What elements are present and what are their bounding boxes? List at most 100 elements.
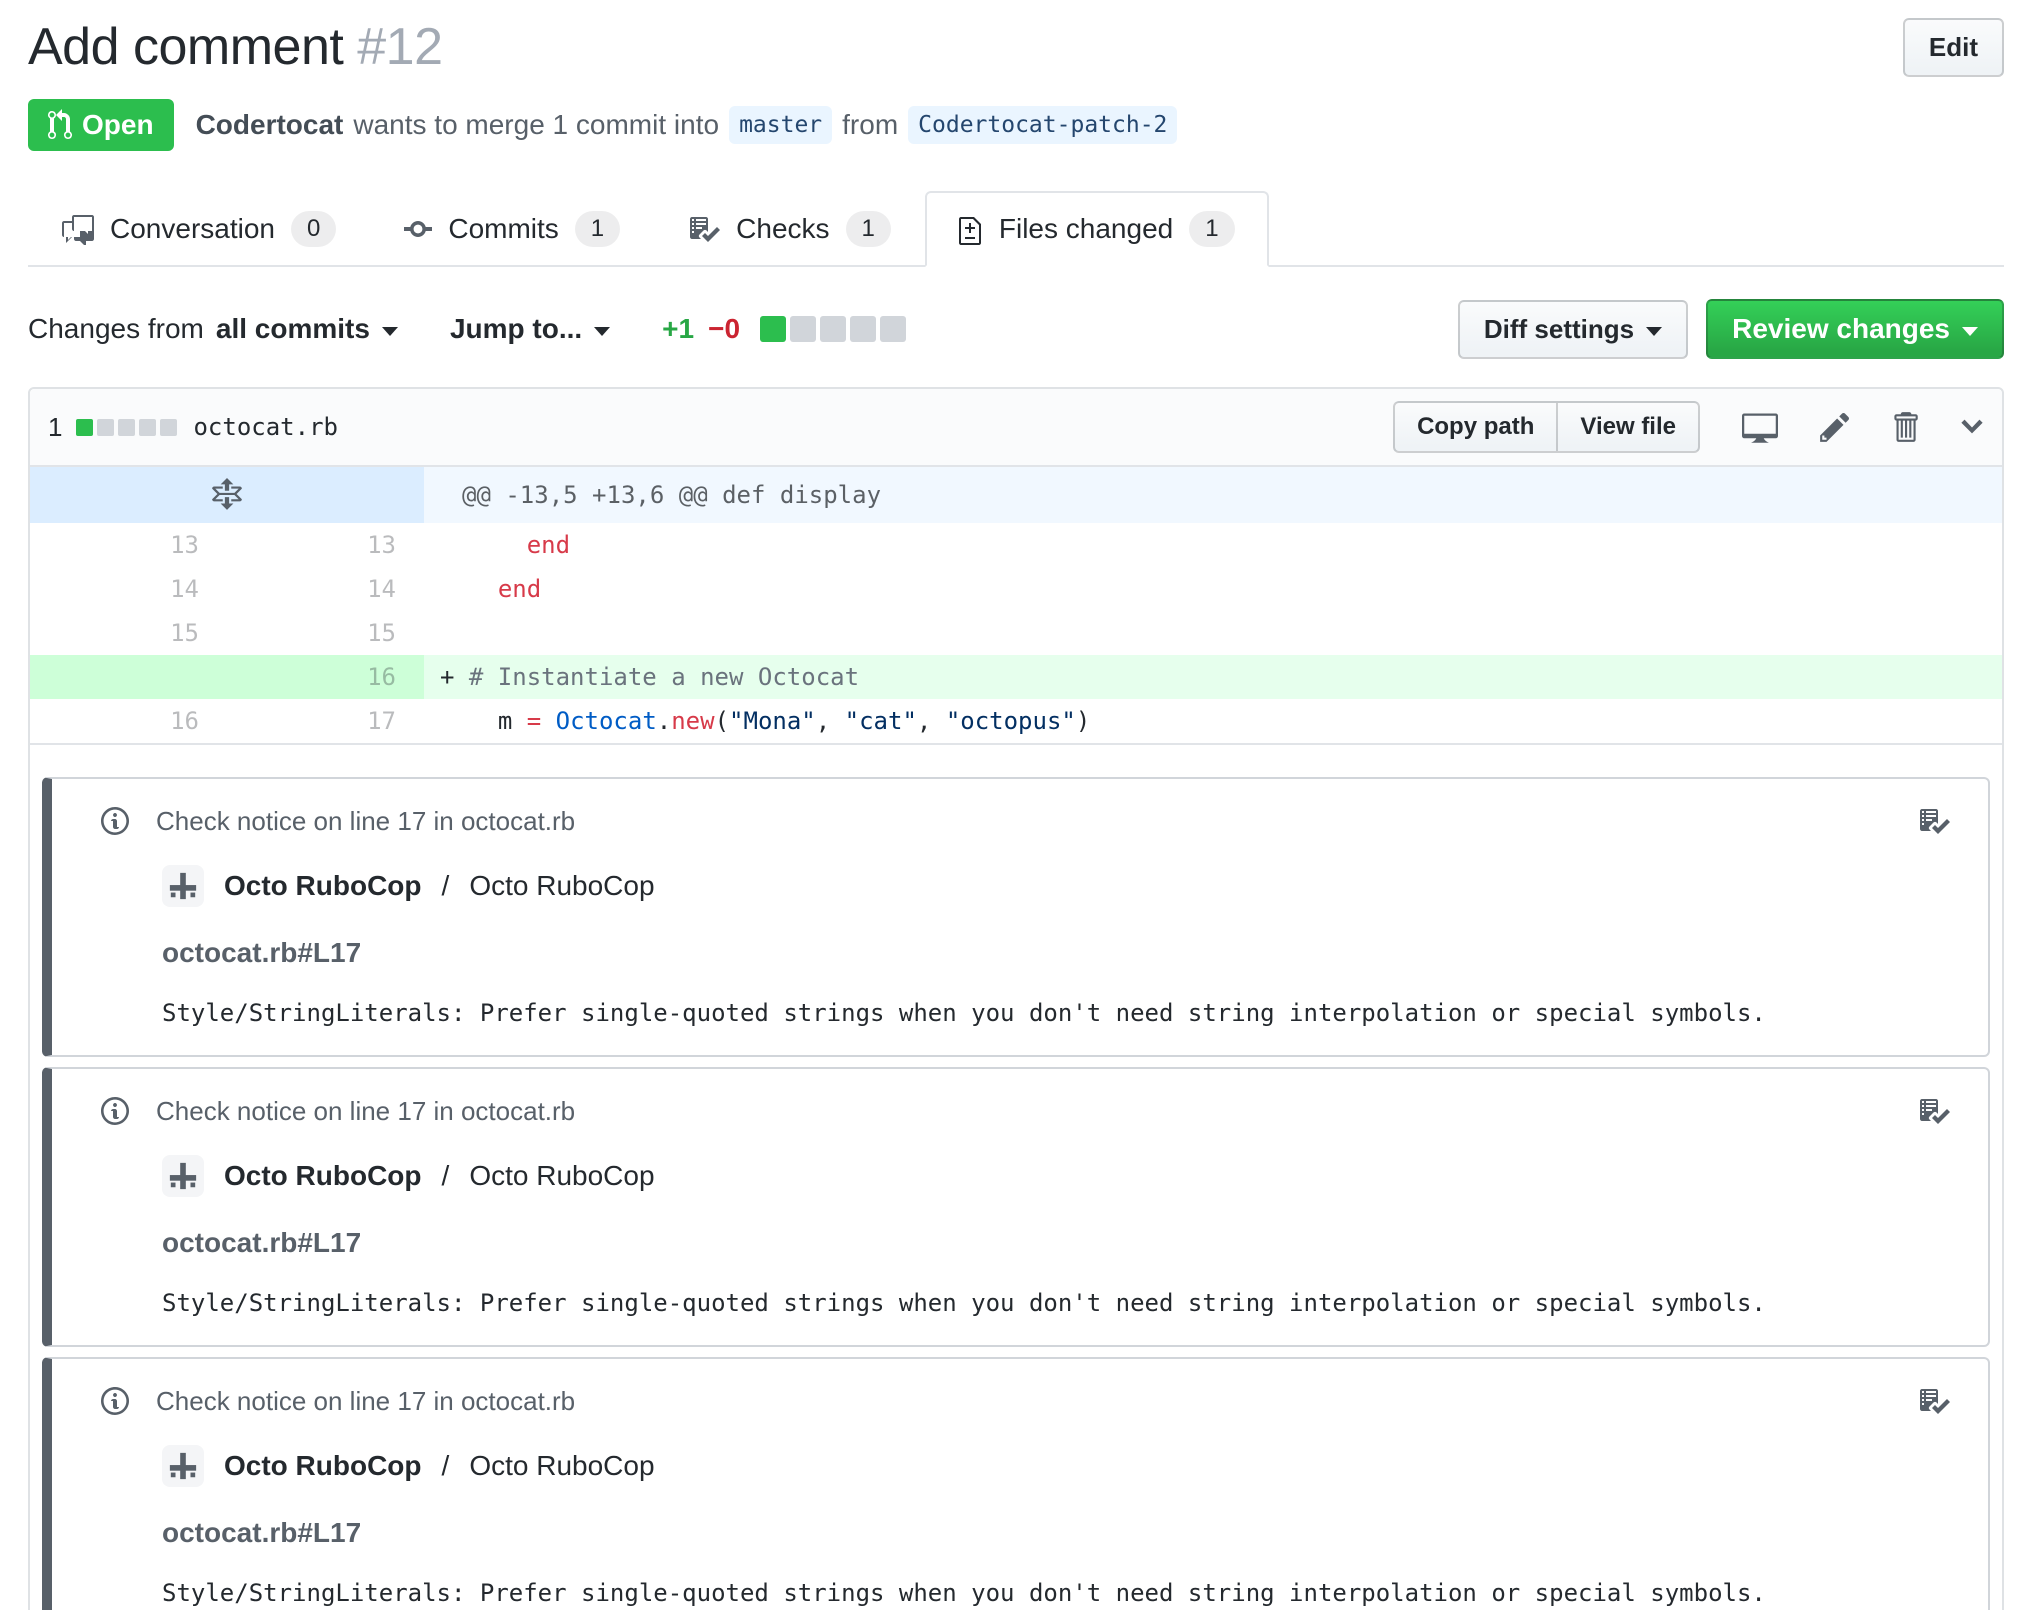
base-branch-label[interactable]: master [729, 106, 833, 144]
app-name-link[interactable]: Octo RuboCop [224, 1450, 422, 1482]
new-line-number[interactable]: 17 [227, 699, 424, 743]
notice-header: Check notice on line 17 in octocat.rb [100, 1385, 1948, 1417]
expand-hunk-button[interactable] [30, 467, 424, 523]
review-changes-label: Review changes [1732, 313, 1950, 344]
pr-title-text: Add comment [28, 18, 344, 76]
notice-header: Check notice on line 17 in octocat.rb [100, 805, 1948, 837]
file-actions: Copy path View file [1393, 401, 1984, 453]
new-line-number[interactable]: 14 [227, 567, 424, 611]
new-line-number[interactable]: 15 [227, 611, 424, 655]
tab-counter: 0 [290, 211, 337, 247]
changes-from-label: Changes from [28, 313, 204, 344]
diff-toolbar: Changes from all commits Jump to... +1 −… [28, 299, 2004, 359]
annotation-file-ref: octocat.rb#L17 [162, 937, 362, 968]
head-branch-label[interactable]: Codertocat-patch-2 [908, 106, 1178, 144]
page-title: Add comment #12 [28, 18, 443, 76]
old-line-number[interactable]: 16 [30, 699, 227, 743]
checklist-icon [1918, 805, 1950, 842]
old-line-number[interactable]: 13 [30, 523, 227, 567]
jump-to-label: Jump to... [449, 313, 583, 344]
pr-meta: Open Codertocat wants to merge 1 commit … [28, 99, 2004, 151]
rich-diff-button[interactable] [1742, 409, 1778, 445]
checklist-icon [688, 213, 721, 245]
notice-header: Check notice on line 17 in octocat.rb [100, 1095, 1948, 1127]
old-line-number[interactable]: 15 [30, 611, 227, 655]
tab-counter: 1 [1189, 211, 1235, 247]
pull-request-page: Add comment #12 Edit Open Codertocat wan… [0, 0, 2032, 1610]
additions-count: +1 [662, 313, 695, 344]
checklist-icon [1918, 1095, 1950, 1132]
merge-text: wants to merge 1 commit into [353, 109, 720, 140]
delete-file-button[interactable] [1892, 410, 1918, 444]
file-header: 1 octocat.rb Copy path View file [30, 389, 2002, 467]
avatar [162, 865, 204, 907]
deletions-count: −0 [708, 313, 741, 344]
diff-row: 13 13 end [30, 523, 2002, 567]
old-line-number[interactable] [30, 655, 227, 699]
status-badge-label: Open [82, 109, 154, 140]
annotation-file-ref: octocat.rb#L17 [162, 1227, 362, 1258]
git-pull-request-icon [48, 109, 72, 141]
file-button-group: Copy path View file [1393, 401, 1700, 453]
tab-commits[interactable]: Commits 1 [370, 191, 654, 267]
diff-row: 14 14 end [30, 567, 2002, 611]
diff-row: 16 17 m = Octocat.new("Mona", "cat", "oc… [30, 699, 2002, 743]
jump-to-dropdown[interactable]: Jump to... [449, 313, 611, 345]
file-name-link[interactable]: octocat.rb [193, 413, 338, 441]
annotation-message: Style/StringLiterals: Prefer single-quot… [162, 1289, 1766, 1317]
edit-file-button[interactable] [1820, 410, 1850, 444]
caret-down-icon [594, 326, 611, 336]
pr-number: #12 [357, 18, 443, 76]
comment-discussion-icon [62, 213, 94, 245]
check-context: Octo RuboCop [469, 870, 655, 901]
info-icon [100, 1095, 130, 1127]
avatar [162, 1445, 204, 1487]
file-diff-container: 1 octocat.rb Copy path View file @@ -13,… [28, 387, 2004, 1610]
new-line-number[interactable]: 13 [227, 523, 424, 567]
check-notice: Check notice on line 17 in octocat.rb Oc… [42, 777, 1990, 1057]
annotation-message: Style/StringLiterals: Prefer single-quot… [162, 1579, 1766, 1607]
changes-from-dropdown[interactable]: Changes from all commits [28, 313, 398, 345]
device-desktop-icon [1742, 409, 1778, 445]
tab-counter: 1 [845, 211, 891, 247]
diff-settings-label: Diff settings [1483, 313, 1635, 344]
diffstat-blocks [760, 316, 907, 342]
old-line-number[interactable]: 14 [30, 567, 227, 611]
copy-path-button[interactable]: Copy path [1393, 401, 1559, 453]
caret-down-icon [1646, 326, 1663, 336]
diff-row: 15 15 [30, 611, 2002, 655]
check-notice: Check notice on line 17 in octocat.rb Oc… [42, 1357, 1990, 1610]
annotation-message: Style/StringLiterals: Prefer single-quot… [162, 999, 1766, 1027]
new-line-number[interactable]: 16 [227, 655, 424, 699]
edit-button[interactable]: Edit [1902, 18, 2004, 77]
tab-label: Checks [736, 213, 830, 244]
tab-conversation[interactable]: Conversation 0 [28, 191, 370, 267]
diffstat: +1 −0 [662, 313, 907, 345]
check-annotations: Check notice on line 17 in octocat.rb Oc… [30, 743, 2002, 1610]
check-notice: Check notice on line 17 in octocat.rb Oc… [42, 1067, 1990, 1347]
pr-tabnav: Conversation 0 Commits 1 Checks 1 Files … [28, 191, 2004, 267]
notice-body: Octo RuboCop / Octo RuboCop octocat.rb#L… [162, 1445, 1948, 1607]
info-icon [100, 805, 130, 837]
app-name-link[interactable]: Octo RuboCop [224, 870, 422, 902]
diff-row-addition: 16 + # Instantiate a new Octocat [30, 655, 2002, 699]
notice-body: Octo RuboCop / Octo RuboCop octocat.rb#L… [162, 1155, 1948, 1317]
tab-checks[interactable]: Checks 1 [654, 191, 925, 267]
notice-title: Check notice on line 17 in octocat.rb [156, 805, 576, 836]
changes-from-value: all commits [215, 313, 370, 344]
view-file-button[interactable]: View file [1556, 401, 1700, 453]
file-diffstat-blocks [76, 418, 178, 436]
code-line: + # Instantiate a new Octocat [424, 655, 2002, 699]
app-name-link[interactable]: Octo RuboCop [224, 1160, 422, 1192]
tab-label: Conversation [110, 213, 275, 244]
trash-icon [1892, 410, 1918, 444]
tab-files-changed[interactable]: Files changed 1 [924, 191, 1269, 267]
info-icon [100, 1385, 130, 1417]
author-link[interactable]: Codertocat [196, 109, 344, 141]
file-menu-button[interactable] [1960, 410, 1984, 444]
notice-title: Check notice on line 17 in octocat.rb [156, 1385, 576, 1416]
file-diff-icon [958, 213, 983, 245]
review-changes-button[interactable]: Review changes [1706, 299, 2004, 359]
hunk-header-row: @@ -13,5 +13,6 @@ def display [30, 467, 2002, 523]
diff-settings-button[interactable]: Diff settings [1457, 299, 1689, 359]
